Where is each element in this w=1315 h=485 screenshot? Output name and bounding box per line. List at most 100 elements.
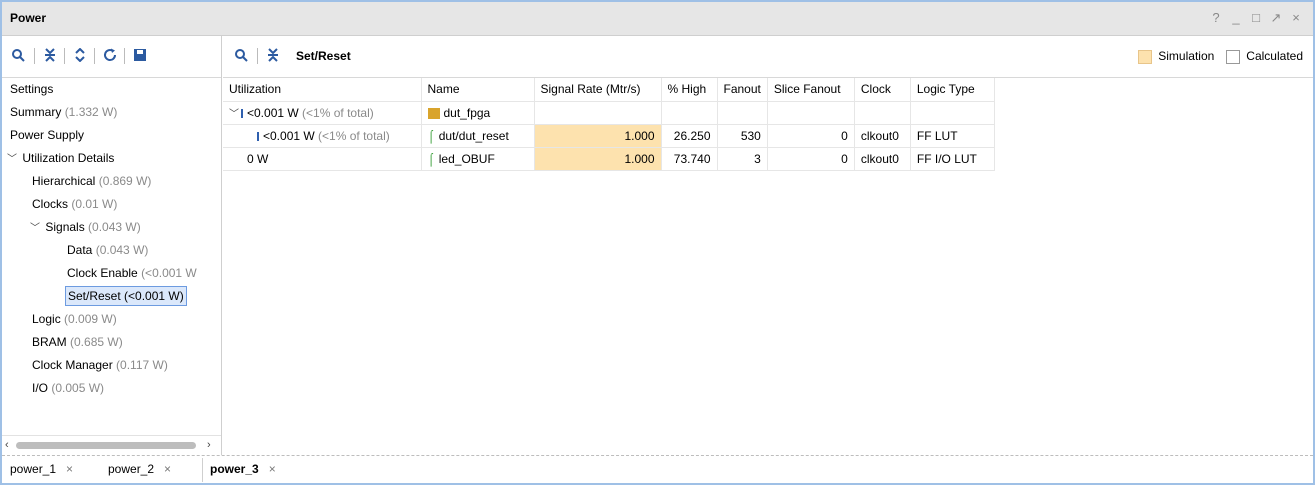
tree-item-label: Summary — [10, 105, 62, 119]
column-header-signal-rate[interactable]: Signal Rate (Mtr/s) — [534, 78, 662, 102]
calculated-swatch — [1226, 49, 1241, 64]
window-title: Power — [10, 11, 47, 25]
column-header-fanout[interactable]: Fanout — [717, 78, 768, 102]
selected-item-box: Set/Reset (<0.001 W) — [65, 286, 187, 306]
column-header-utilization[interactable]: Utilization — [223, 78, 422, 102]
name-cell: ⌠ led_OBUF — [421, 147, 535, 171]
tree-item-label: Clock Enable — [67, 266, 138, 280]
power-window: Power ? _ □ ↗ × Settings Summary (1.332 … — [0, 0, 1315, 485]
utilization-bar — [241, 109, 243, 119]
utilization-value: <0.001 W — [247, 106, 299, 120]
signal-rate-cell: 1.000 — [534, 147, 662, 171]
window-controls: ? _ □ ↗ × — [1209, 10, 1303, 26]
tab-power-2[interactable]: power_2 × — [108, 462, 171, 476]
tree-item-label: Clock Manager — [32, 358, 113, 372]
toolbar-separator — [64, 48, 65, 64]
tree-item-data[interactable]: Data (0.043 W) — [2, 239, 221, 262]
tree-item-label: I/O — [32, 381, 49, 395]
name-value: dut_fpga — [443, 105, 491, 120]
tree-item-value: (0.685 W) — [70, 335, 123, 349]
table-header-row: Utilization Name Signal Rate (Mtr/s) % H… — [223, 78, 995, 102]
tab-power-3[interactable]: power_3 × — [210, 462, 276, 476]
utilization-cell: 0 W — [223, 147, 422, 171]
signal-icon: ⌠ — [427, 128, 435, 143]
tree-item-summary[interactable]: Summary (1.332 W) — [2, 101, 221, 124]
legend-label: Calculated — [1246, 49, 1303, 63]
tree-item-clocks[interactable]: Clocks (0.01 W) — [2, 193, 221, 216]
float-icon[interactable]: ↗ — [1269, 10, 1283, 26]
tab-power-1[interactable]: power_1 × — [10, 462, 73, 476]
column-header-name[interactable]: Name — [421, 78, 535, 102]
collapse-all-icon[interactable] — [263, 45, 283, 65]
chevron-down-icon[interactable]: ﹀ — [7, 148, 19, 171]
clock-cell: clkout0 — [854, 147, 911, 171]
tree-item-logic[interactable]: Logic (0.009 W) — [2, 308, 221, 331]
tree-item-label: Hierarchical — [32, 174, 96, 188]
right-toolbar: Set/Reset Simulation Calculated — [223, 36, 1313, 78]
tree-item-io[interactable]: I/O (0.005 W) — [2, 377, 221, 400]
column-header-clock[interactable]: Clock — [854, 78, 911, 102]
table-row[interactable]: 0 W ⌠ led_OBUF 1.000 73.740 3 0 clkout0 F… — [223, 147, 995, 171]
search-icon[interactable] — [231, 45, 251, 65]
tree-item-settings[interactable]: Settings — [2, 78, 221, 101]
expand-all-icon[interactable] — [70, 45, 90, 65]
maximize-icon[interactable]: □ — [1249, 10, 1263, 26]
tree-item-signals[interactable]: ﹀ Signals (0.043 W) — [2, 216, 221, 239]
tree-item-label: Utilization Details — [22, 151, 115, 165]
table-row[interactable]: ﹀ <0.001 W (<1% of total) dut_fpga — [223, 101, 995, 125]
utilization-note: (<1% of total) — [302, 106, 374, 120]
utilization-bar — [257, 131, 259, 141]
chevron-down-icon[interactable]: ﹀ — [229, 105, 241, 120]
refresh-icon[interactable] — [100, 45, 120, 65]
slice-fanout-cell: 0 — [767, 147, 855, 171]
power-tree: Settings Summary (1.332 W) Power Supply … — [2, 78, 221, 431]
close-icon[interactable]: × — [164, 462, 171, 476]
scroll-thumb[interactable] — [16, 442, 196, 449]
close-icon[interactable]: × — [66, 462, 73, 476]
slice-fanout-cell — [767, 101, 855, 125]
tab-label: power_3 — [210, 462, 259, 476]
tree-item-set-reset[interactable]: Set/Reset (<0.001 W) — [2, 285, 221, 308]
column-header-high[interactable]: % High — [661, 78, 718, 102]
fanout-cell: 530 — [717, 124, 768, 148]
help-icon[interactable]: ? — [1209, 10, 1223, 26]
legend-calculated: Calculated — [1226, 49, 1303, 64]
high-cell: 73.740 — [661, 147, 718, 171]
navigation-pane: Settings Summary (1.332 W) Power Supply … — [2, 36, 222, 455]
column-header-slice-fanout[interactable]: Slice Fanout — [767, 78, 855, 102]
tree-item-utilization-details[interactable]: ﹀ Utilization Details — [2, 147, 221, 170]
column-header-logic-type[interactable]: Logic Type — [910, 78, 995, 102]
close-icon[interactable]: × — [1289, 10, 1303, 26]
scroll-right-icon[interactable]: › — [207, 439, 211, 451]
table-row[interactable]: <0.001 W (<1% of total) ⌠ dut/dut_reset 1… — [223, 124, 995, 148]
tree-item-power-supply[interactable]: Power Supply — [2, 124, 221, 147]
tree-item-clock-manager[interactable]: Clock Manager (0.117 W) — [2, 354, 221, 377]
utilization-value: <0.001 W — [263, 128, 315, 143]
toolbar-separator — [94, 48, 95, 64]
horizontal-scrollbar[interactable]: ‹ › — [2, 435, 221, 455]
collapse-all-icon[interactable] — [40, 45, 60, 65]
tree-item-clock-enable[interactable]: Clock Enable (<0.001 W — [2, 262, 221, 285]
tree-item-value: (0.01 W) — [71, 197, 118, 211]
tree-item-label: Data — [67, 243, 93, 257]
tree-item-label: BRAM — [32, 335, 67, 349]
tree-item-label: Power Supply — [10, 128, 85, 142]
tab-label: power_1 — [10, 462, 57, 476]
search-icon[interactable] — [8, 45, 28, 65]
fanout-cell — [717, 101, 768, 125]
name-cell: ⌠ dut/dut_reset — [421, 124, 535, 148]
close-icon[interactable]: × — [269, 462, 276, 476]
tree-item-label: Signals — [45, 220, 85, 234]
utilization-value: 0 W — [247, 151, 269, 166]
fanout-cell: 3 — [717, 147, 768, 171]
save-icon[interactable] — [130, 45, 150, 65]
tree-item-bram[interactable]: BRAM (0.685 W) — [2, 331, 221, 354]
tree-item-label: Logic — [32, 312, 61, 326]
scroll-left-icon[interactable]: ‹ — [5, 439, 9, 451]
high-cell: 26.250 — [661, 124, 718, 148]
signal-rate-cell — [534, 101, 662, 125]
tree-item-hierarchical[interactable]: Hierarchical (0.869 W) — [2, 170, 221, 193]
tree-item-value: (0.117 W) — [116, 358, 168, 372]
chevron-down-icon[interactable]: ﹀ — [30, 217, 42, 240]
minimize-icon[interactable]: _ — [1229, 10, 1243, 26]
